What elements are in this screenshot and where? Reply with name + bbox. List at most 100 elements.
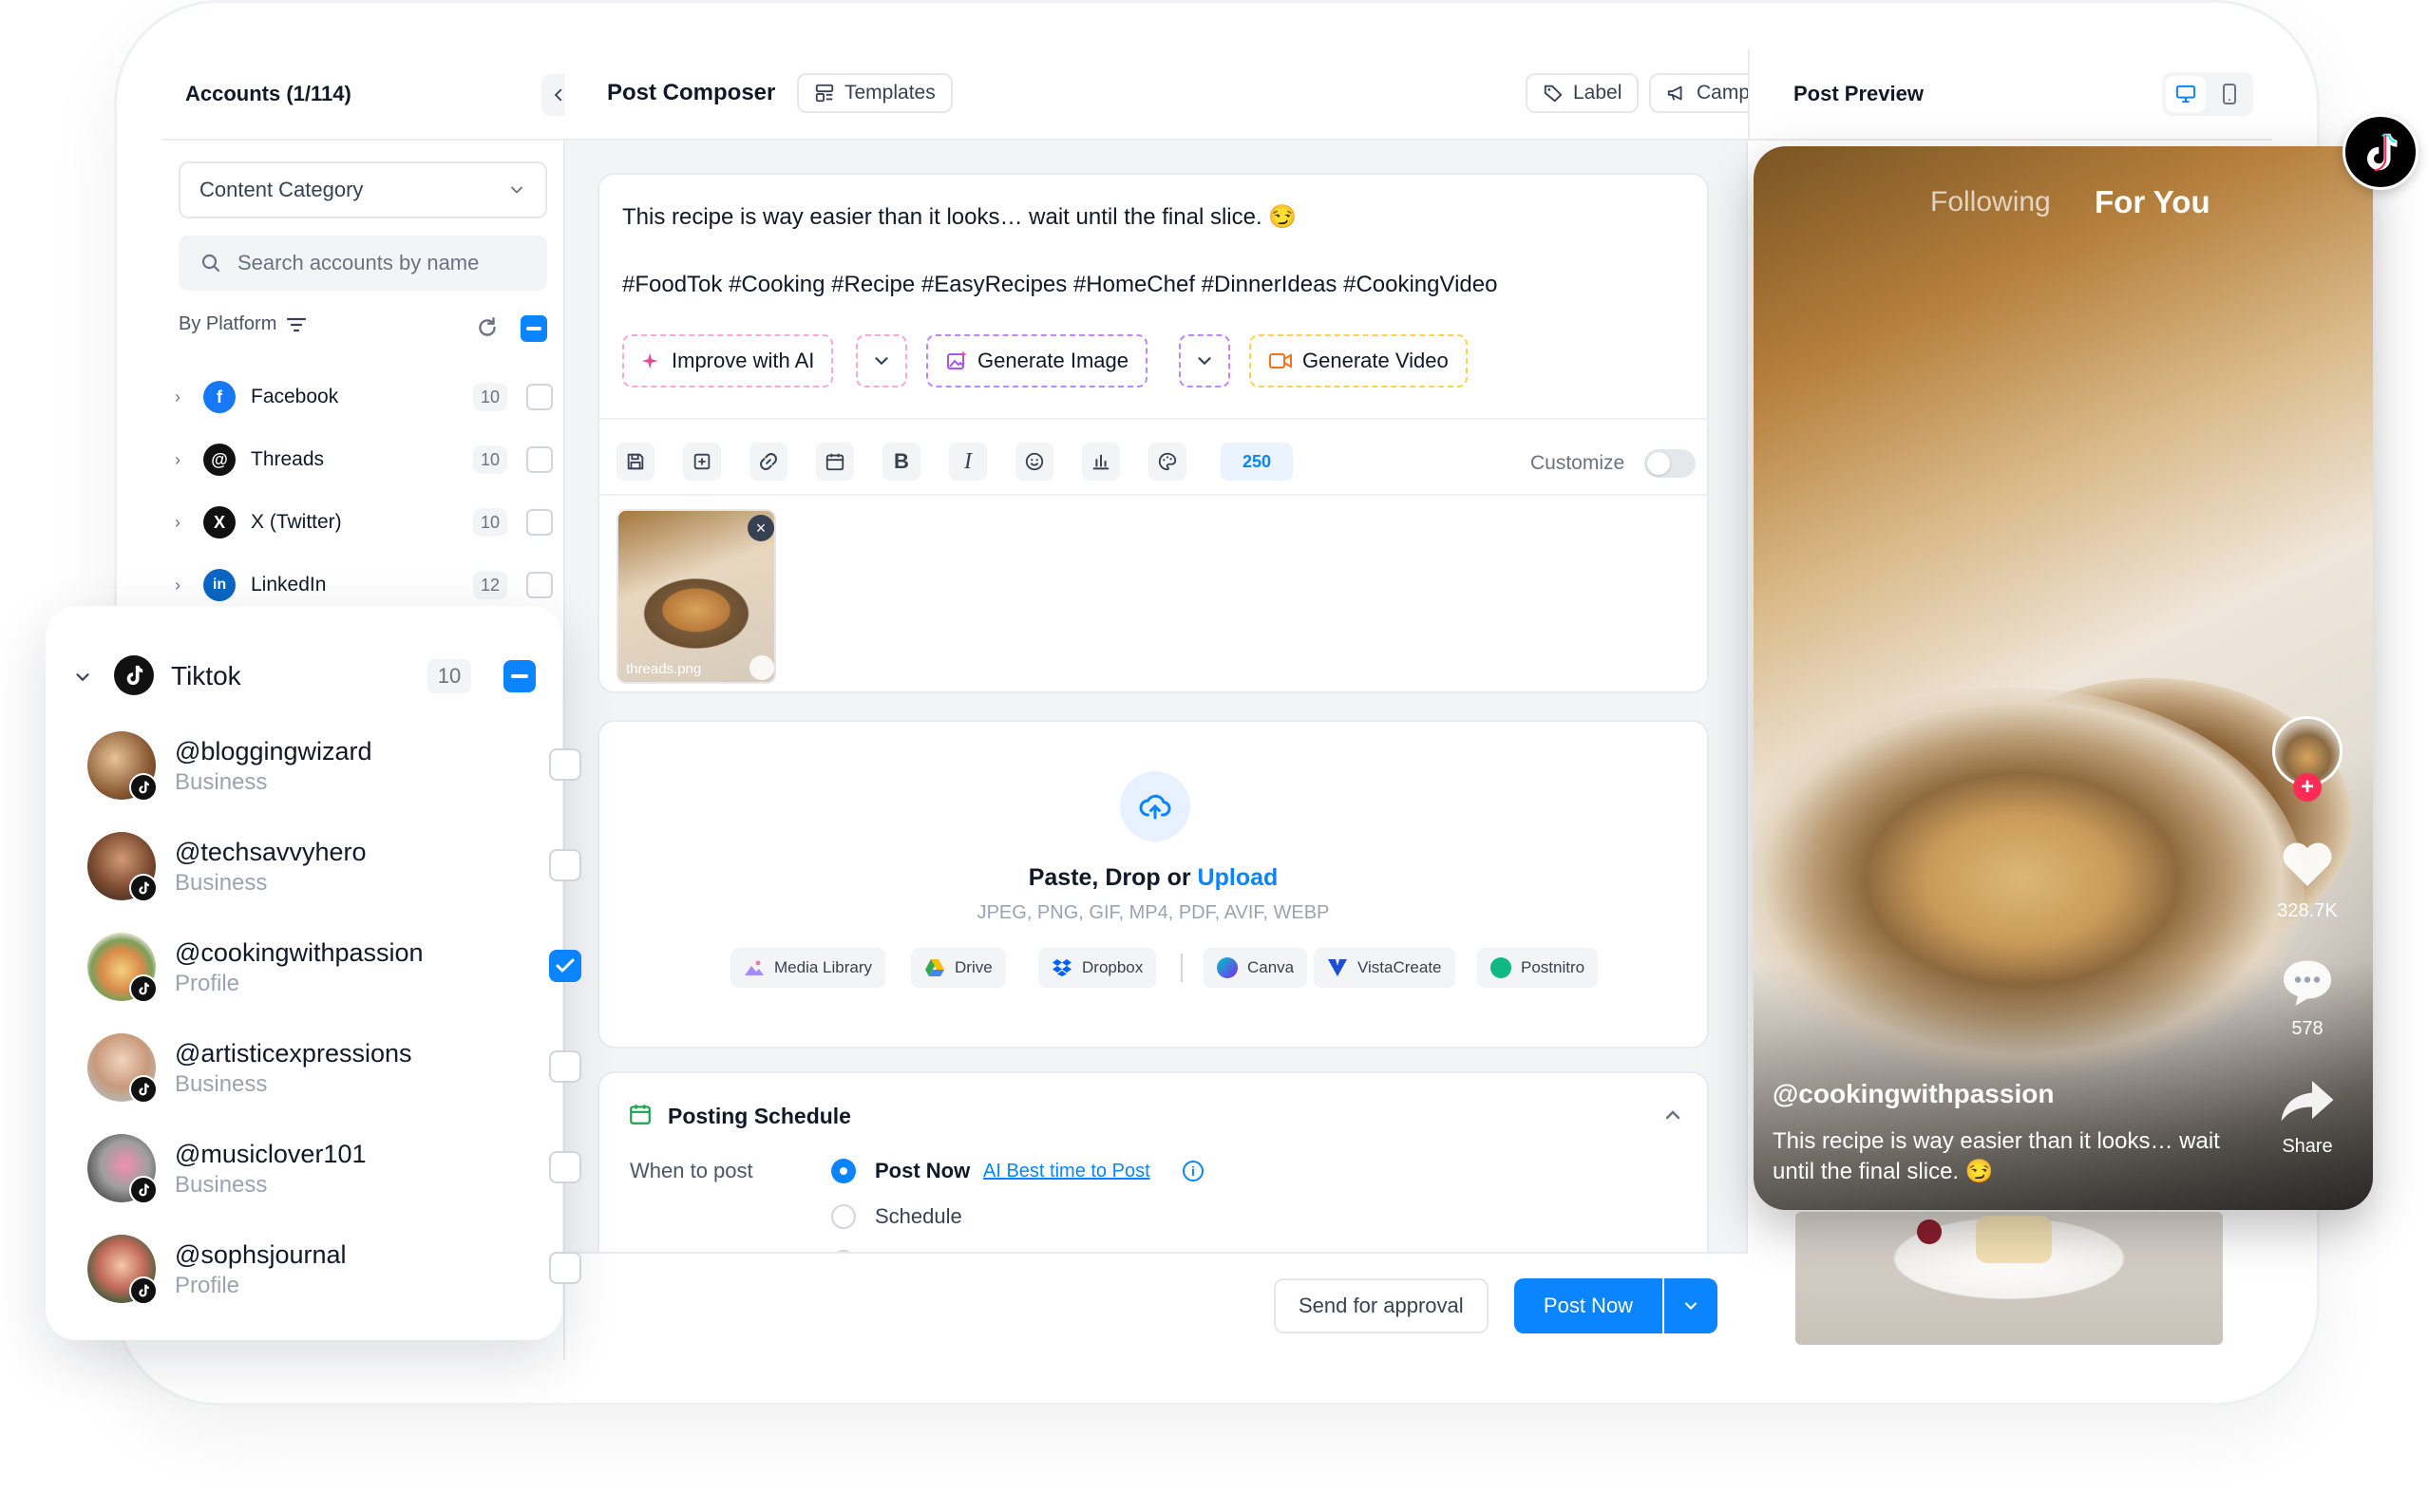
improve-ai-button[interactable]: Improve with AI	[622, 334, 834, 387]
generate-image-dropdown[interactable]	[1179, 334, 1230, 387]
preview-header: Post Preview	[1748, 49, 2272, 141]
source-drive[interactable]: Drive	[911, 948, 1006, 988]
account-row-musiclover101[interactable]: @musiclover101 Business	[87, 1130, 581, 1206]
add-media-button[interactable]	[683, 443, 721, 481]
generate-video-button[interactable]: Generate Video	[1249, 334, 1468, 387]
post-now-option[interactable]: Post Now	[875, 1159, 970, 1183]
platform-name: X (Twitter)	[251, 511, 342, 533]
save-draft-button[interactable]	[616, 443, 654, 481]
canva-icon	[1217, 957, 1238, 978]
video-icon	[1269, 353, 1292, 369]
platform-row-linkedin[interactable]: › in LinkedIn 12	[175, 562, 553, 608]
send-for-approval-button[interactable]: Send for approval	[1274, 1278, 1489, 1333]
calendar-button[interactable]	[816, 443, 854, 481]
tiktok-mini-icon	[129, 974, 158, 1003]
platform-row-threads[interactable]: › @ Threads 10	[175, 437, 553, 482]
platform-checkbox[interactable]	[526, 384, 553, 410]
tab-following[interactable]: Following	[1930, 186, 2051, 218]
customize-toggle[interactable]	[1644, 449, 1696, 478]
account-checkbox[interactable]	[549, 849, 581, 881]
label-button[interactable]: Label	[1526, 73, 1640, 113]
link-icon	[760, 453, 777, 470]
source-vistacreate[interactable]: VistaCreate	[1314, 948, 1455, 988]
platform-checkbox[interactable]	[526, 446, 553, 473]
account-checkbox[interactable]	[549, 748, 581, 781]
insert-link-button[interactable]	[749, 443, 787, 481]
account-checkbox[interactable]	[549, 1050, 581, 1083]
upload-formats: JPEG, PNG, GIF, MP4, PDF, AVIF, WEBP	[977, 902, 1330, 923]
refresh-icon[interactable]	[475, 315, 500, 340]
heart-icon[interactable]	[2279, 836, 2336, 889]
mobile-icon	[2223, 84, 2236, 104]
chevron-down-icon[interactable]	[72, 667, 93, 693]
preview-handle[interactable]: @cookingwithpassion	[1773, 1079, 2054, 1109]
chevron-up-icon[interactable]	[1661, 1104, 1684, 1126]
follow-plus-icon[interactable]: +	[2293, 773, 2322, 802]
tiktok-mini-icon	[129, 874, 158, 902]
generate-image-button[interactable]: Generate Image	[926, 334, 1148, 387]
composer-header: Post Composer Templates Label Campaign	[565, 49, 1916, 141]
info-icon[interactable]: i	[1183, 1161, 1204, 1181]
poll-button[interactable]	[1082, 443, 1120, 481]
emoji-button[interactable]	[1015, 443, 1053, 481]
platform-row-x[interactable]: › X X (Twitter) 10	[175, 500, 553, 545]
content-category-select[interactable]: Content Category	[179, 161, 547, 218]
comment-icon[interactable]	[2279, 955, 2336, 1009]
ai-best-time-link[interactable]: AI Best time to Post	[983, 1161, 1150, 1182]
platform-checkbox[interactable]	[526, 572, 553, 598]
account-row-artisticexpressions[interactable]: @artisticexpressions Business	[87, 1030, 581, 1106]
post-hashtags[interactable]: #FoodTok #Cooking #Recipe #EasyRecipes #…	[622, 272, 1497, 298]
source-postnitro[interactable]: Postnitro	[1477, 948, 1599, 988]
post-now-radio[interactable]	[831, 1159, 856, 1183]
berry-image	[1917, 1219, 1942, 1244]
edit-attachment-icon[interactable]	[749, 655, 774, 680]
attachment-thumbnail[interactable]: × threads.png	[616, 509, 776, 684]
schedule-option[interactable]: Schedule	[875, 1204, 962, 1229]
account-handle: @artisticexpressions	[175, 1039, 412, 1068]
chevron-right-icon: ›	[175, 575, 180, 595]
desktop-view-button[interactable]	[2166, 76, 2206, 112]
bold-icon: B	[894, 449, 909, 473]
emoji-icon	[1025, 452, 1044, 471]
account-search[interactable]: Search accounts by name	[179, 236, 547, 291]
templates-label: Templates	[844, 82, 936, 104]
source-divider	[1181, 954, 1183, 982]
tiktok-select-all-checkbox[interactable]	[503, 660, 536, 692]
likes-count: 328.7K	[2277, 900, 2338, 921]
tab-for-you[interactable]: For You	[2095, 184, 2210, 220]
schedule-radio[interactable]	[831, 1204, 856, 1229]
upload-dropzone[interactable]: Paste, Drop or Upload JPEG, PNG, GIF, MP…	[598, 720, 1709, 1049]
select-all-checkbox[interactable]	[521, 315, 547, 342]
account-row-bloggingwizard[interactable]: @bloggingwizard Business	[87, 728, 581, 803]
check-icon	[556, 958, 575, 973]
platform-checkbox[interactable]	[526, 509, 553, 536]
share-icon[interactable]	[2279, 1075, 2336, 1125]
account-row-cookingwithpassion[interactable]: @cookingwithpassion Profile	[87, 929, 581, 1005]
post-text-line1[interactable]: This recipe is way easier than it looks……	[622, 203, 1297, 231]
source-label: Canva	[1247, 958, 1295, 976]
remove-attachment-icon[interactable]: ×	[748, 515, 774, 541]
upload-title: Paste, Drop or Upload	[599, 864, 1707, 892]
account-row-techsavvyhero[interactable]: @techsavvyhero Business	[87, 828, 581, 904]
improve-ai-dropdown[interactable]	[856, 334, 907, 387]
source-canva[interactable]: Canva	[1204, 948, 1308, 988]
source-dropbox[interactable]: Dropbox	[1038, 948, 1157, 988]
mobile-view-button[interactable]	[2210, 76, 2249, 112]
bold-button[interactable]: B	[882, 443, 920, 481]
account-checkbox[interactable]	[549, 1252, 581, 1284]
palette-button[interactable]	[1148, 443, 1186, 481]
post-options-dropdown[interactable]	[1664, 1278, 1717, 1333]
italic-button[interactable]: I	[949, 443, 987, 481]
search-input[interactable]: Search accounts by name	[237, 251, 479, 275]
composer-footer: Send for approval Post Now	[565, 1252, 1748, 1360]
account-row-sophsjournal[interactable]: @sophsjournal Profile	[87, 1231, 581, 1307]
account-checkbox[interactable]	[549, 950, 581, 982]
source-label: Postnitro	[1521, 958, 1585, 976]
source-media-library[interactable]: Media Library	[730, 948, 885, 988]
platform-row-facebook[interactable]: › f Facebook 10	[175, 374, 553, 420]
account-checkbox[interactable]	[549, 1151, 581, 1183]
post-now-button[interactable]: Post Now	[1514, 1278, 1662, 1333]
upload-link[interactable]: Upload	[1198, 864, 1279, 891]
by-platform-filter[interactable]: By Platform	[179, 313, 307, 335]
templates-button[interactable]: Templates	[797, 73, 953, 113]
